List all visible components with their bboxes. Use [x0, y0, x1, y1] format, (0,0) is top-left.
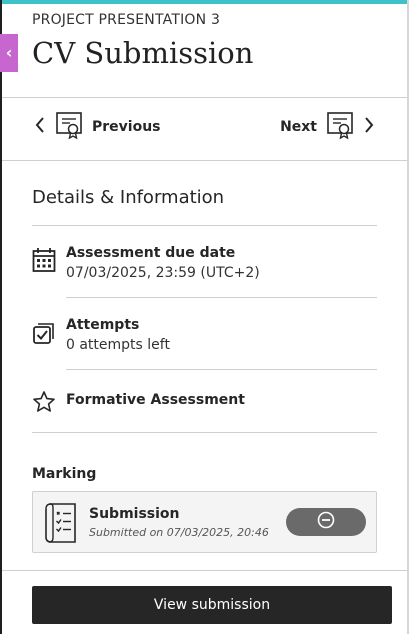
previous-label: Previous	[92, 119, 161, 135]
due-date-value: 07/03/2025, 23:59 (UTC+2)	[66, 265, 260, 281]
next-label: Next	[280, 119, 317, 135]
details-bottom-divider	[32, 432, 377, 433]
submission-card[interactable]: Submission Submitted on 07/03/2025, 20:4…	[32, 491, 377, 553]
certificate-icon	[325, 110, 355, 144]
previous-button[interactable]: Previous	[34, 110, 161, 144]
panel-header: PROJECT PRESENTATION 3 CV Submission	[32, 12, 389, 70]
row-divider	[66, 369, 377, 370]
page-title: CV Submission	[32, 36, 254, 70]
item-navigation: Previous Next	[0, 110, 409, 150]
certificate-icon	[54, 110, 84, 144]
top-accent-bar	[2, 0, 409, 4]
attempts-label: Attempts	[66, 317, 140, 333]
minus-circle-icon	[317, 511, 335, 533]
submission-name: Submission	[89, 506, 180, 522]
close-panel-button[interactable]: ‹	[0, 34, 18, 72]
details-divider	[32, 225, 377, 226]
chevron-left-icon: ‹	[5, 43, 13, 62]
checklist-document-icon	[43, 502, 79, 548]
chevron-left-icon	[34, 116, 46, 139]
chevron-right-icon	[363, 116, 375, 139]
attempts-row: Attempts 0 attempts left	[32, 317, 377, 361]
page-subtitle: PROJECT PRESENTATION 3	[32, 12, 221, 28]
row-divider	[66, 297, 377, 298]
submission-meta: Submitted on 07/03/2025, 20:46	[89, 526, 269, 539]
view-submission-button[interactable]: View submission	[32, 586, 392, 624]
next-button[interactable]: Next	[280, 110, 375, 144]
footer-divider	[2, 570, 407, 571]
attempts-value: 0 attempts left	[66, 337, 170, 353]
marking-section-title: Marking	[32, 466, 97, 482]
header-divider	[2, 97, 407, 98]
calendar-icon	[32, 247, 56, 277]
attempts-check-icon	[32, 321, 56, 349]
due-date-row: Assessment due date 07/03/2025, 23:59 (U…	[32, 245, 377, 289]
formative-assessment-label: Formative Assessment	[66, 392, 245, 408]
formative-assessment-row: Formative Assessment	[32, 390, 377, 418]
submission-status-button[interactable]	[286, 508, 366, 536]
details-section-title: Details & Information	[32, 187, 225, 208]
due-date-label: Assessment due date	[66, 245, 236, 261]
left-edge	[0, 0, 2, 634]
star-icon	[32, 390, 56, 418]
nav-divider	[2, 160, 407, 161]
